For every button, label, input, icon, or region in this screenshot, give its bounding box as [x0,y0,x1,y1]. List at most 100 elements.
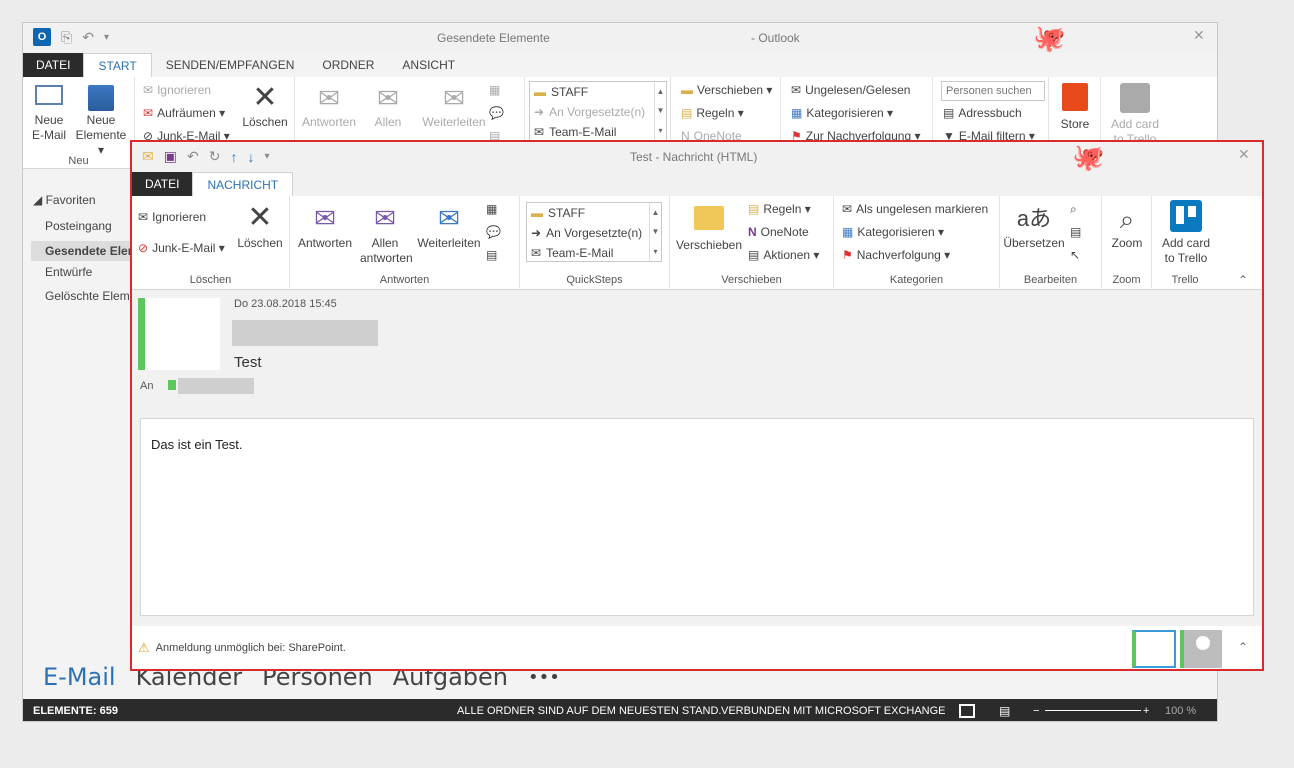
add-card-trello-button[interactable]: Add card to Trello [1156,200,1216,266]
group-label-zoom: Zoom [1112,274,1141,286]
im-icon[interactable]: 💬 [486,225,501,239]
zoom-out-icon[interactable]: − [1033,705,1039,717]
people-pane-contact-1[interactable] [1132,630,1176,668]
zoom-in-icon[interactable]: + [1143,705,1149,717]
reply-all-button[interactable]: ✉ Allen [365,81,411,130]
collapse-ribbon-icon[interactable]: ⌃ [1238,273,1248,287]
meeting-icon[interactable]: ▦ [486,202,497,216]
message-junk-button[interactable]: ⊘ Junk-E-Mail ▾ [138,241,225,255]
add-card-trello-main-button[interactable]: Add card to Trello [1105,83,1165,147]
message-ribbon: ✉ Ignorieren ⊘ Junk-E-Mail ▾ ✕ Löschen Lös… [132,196,1262,290]
meeting-icon[interactable]: ▦ [489,83,500,97]
envelope-icon [35,85,63,105]
octopus-decoration-icon: 🐙 [1072,142,1105,172]
message-follow-up-button[interactable]: ⚑ Nachverfolgung ▾ [842,248,950,262]
tab-ordner[interactable]: ORDNER [308,53,388,77]
new-items-button[interactable]: Neue Elemente ▾ [71,85,131,158]
more-respond-icon[interactable]: ▤ [486,248,497,262]
quicksteps-gallery[interactable]: ▬ STAFF ➜ An Vorgesetzte(n) ✉ Team-E-Mail ▲… [526,202,662,262]
folder-icon: ▬ [681,83,693,97]
qs-team[interactable]: ✉ Team-E-Mail [530,122,666,142]
qs-staff[interactable]: ▬ STAFF [530,82,666,102]
message-ignore-button[interactable]: ✉ Ignorieren [138,210,206,224]
send-receive-icon[interactable]: ⎘ [61,29,72,46]
reading-view-icon[interactable]: ▤ [999,704,1010,718]
recipient-redacted[interactable] [178,378,254,394]
store-button[interactable]: Store [1053,83,1097,132]
next-item-icon[interactable]: ↓ [247,149,254,165]
group-label-trello: Trello [1171,274,1199,286]
new-items-icon [88,85,114,111]
normal-view-icon[interactable] [959,704,975,718]
categorize-button[interactable]: ▦ Kategorisieren ▾ [791,106,893,120]
unread-read-button[interactable]: ✉ Ungelesen/Gelesen [791,83,910,97]
redo-icon[interactable]: ↻ [209,148,221,165]
store-icon [1062,83,1088,111]
message-categorize-button[interactable]: ▦ Kategorisieren ▾ [842,225,944,239]
zoom-label: Zoom [1111,236,1143,250]
people-pane-contact-2[interactable] [1180,630,1222,668]
message-titlebar: ✉ ▣ ↶ ↻ ↑ ↓ ▾ Test - Nachricht (HTML) 🐙 … [132,142,1262,172]
folder-deleted[interactable]: Gelöschte Eleme [45,289,136,303]
select-icon[interactable]: ↖ [1070,248,1080,262]
qs-manager[interactable]: ➜ An Vorgesetzte(n) [527,223,661,243]
folder-sent[interactable]: Gesendete Elem [31,241,141,261]
undo-icon[interactable]: ↶ [82,29,94,46]
message-rules-button[interactable]: ▤ Regeln ▾ [748,202,811,216]
qat-dropdown-icon[interactable]: ▾ [104,32,109,43]
group-label-loeschen: Löschen [189,274,232,286]
message-window-title: Test - Nachricht (HTML) [630,150,758,164]
save-icon[interactable]: ▣ [164,148,177,165]
delete-button[interactable]: ✕ Löschen [239,81,291,130]
qs-staff[interactable]: ▬ STAFF [527,203,661,223]
favorites-header[interactable]: ◢ Favoriten [33,193,96,207]
message-delete-button[interactable]: ✕ Löschen [234,200,286,251]
message-onenote-button[interactable]: N OneNote [748,225,809,239]
rules-button[interactable]: ▤ Regeln ▾ [681,106,744,120]
quicksteps-gallery-main[interactable]: ▬ STAFF ➜ An Vorgesetzte(n) ✉ Team-E-Mail ▲… [529,81,667,141]
folder-drafts[interactable]: Entwürfe [45,265,92,279]
ignore-button[interactable]: ✉ Ignorieren [143,83,211,97]
mark-unread-button[interactable]: ✉ Als ungelesen markieren [842,202,988,216]
tab-ansicht[interactable]: ANSICHT [388,53,469,77]
rules-icon: ▤ [748,202,760,216]
qs-scrollbar[interactable]: ▲ ▼ ▾ [654,82,666,140]
forward-button[interactable]: ✉ Weiterleiten [419,81,489,130]
folder-inbox[interactable]: Posteingang [45,219,112,233]
tab-senden-empfangen[interactable]: SENDEN/EMPFANGEN [152,53,309,77]
people-search-input[interactable]: Personen suchen [941,81,1045,101]
close-icon[interactable]: ✕ [1193,27,1205,44]
undo-icon[interactable]: ↶ [187,148,199,165]
message-tab-nachricht[interactable]: NACHRICHT [192,172,294,196]
message-close-icon[interactable]: ✕ [1238,146,1250,163]
message-body[interactable]: Das ist ein Test. [140,418,1254,616]
expand-people-pane-icon[interactable]: ⌃ [1238,640,1248,654]
previous-item-icon[interactable]: ↑ [230,149,237,165]
tab-start[interactable]: START [83,53,152,77]
message-reply-all-button[interactable]: ✉ Allen antworten [360,200,413,266]
im-icon[interactable]: 💬 [489,106,504,120]
translate-button[interactable]: aあ Übersetzen [1002,202,1066,251]
reply-button[interactable]: ✉ Antworten [299,81,359,130]
mark-unread-label: Als ungelesen markieren [856,202,989,216]
qs-scrollbar[interactable]: ▲ ▼ ▾ [649,203,661,261]
zoom-button[interactable]: ⌕ Zoom [1106,202,1148,251]
envelope-icon: ✉ [842,202,853,216]
qat-dropdown-icon[interactable]: ▾ [264,151,269,162]
message-forward-button[interactable]: ✉ Weiterleiten [414,200,484,251]
move-button[interactable]: ▬ Verschieben ▾ [681,83,772,97]
cleanup-button[interactable]: ✉ Aufräumen ▾ [143,106,225,120]
zoom-slider[interactable] [1045,710,1141,711]
message-actions-button[interactable]: ▤ Aktionen ▾ [748,248,819,262]
message-reply-button[interactable]: ✉ Antworten [294,200,356,251]
message-tab-datei[interactable]: DATEI [132,172,193,196]
address-book-button[interactable]: ▤ Adressbuch [943,106,1022,120]
related-icon[interactable]: ▤ [1070,225,1081,239]
qs-manager[interactable]: ➜ An Vorgesetzte(n) [530,102,666,122]
find-icon[interactable]: ⌕ [1070,202,1077,217]
tab-datei[interactable]: DATEI [23,53,84,77]
nav-email[interactable]: E-Mail [43,663,116,691]
message-move-button[interactable]: Verschieben [672,202,746,253]
new-email-button[interactable]: Neue E-Mail [29,85,69,143]
qs-team[interactable]: ✉ Team-E-Mail [527,243,661,263]
